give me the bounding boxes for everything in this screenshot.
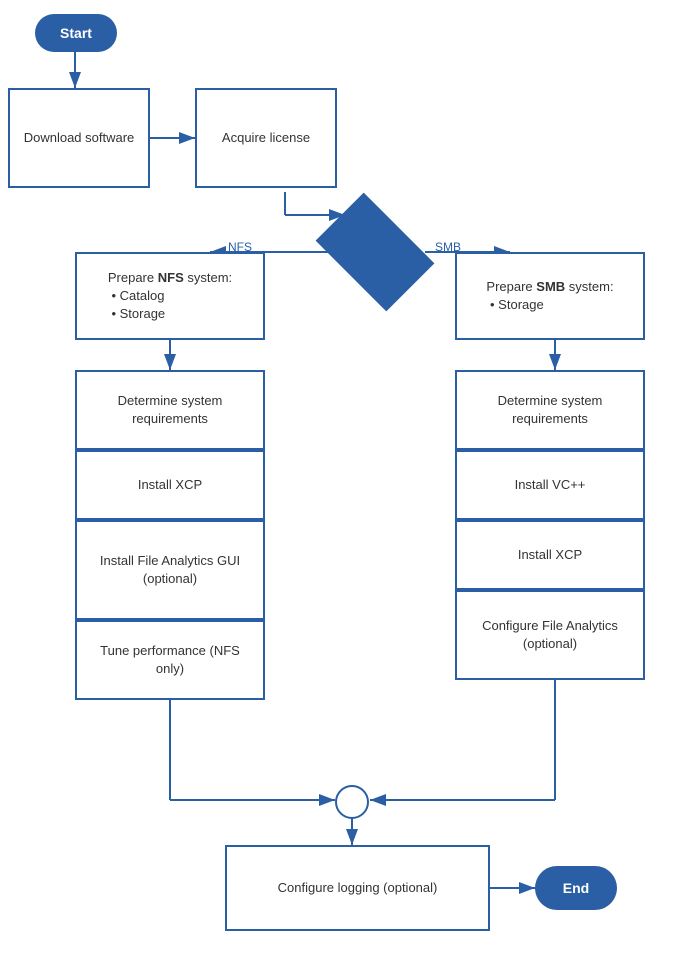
prepare-nfs-box: Prepare NFS system: • Catalog • Storage <box>75 252 265 340</box>
config-log-box: Configure logging (optional) <box>225 845 490 931</box>
install-xcp-nfs-box: Install XCP <box>75 450 265 520</box>
install-fa-gui-box: Install File Analytics GUI (optional) <box>75 520 265 620</box>
install-xcp-smb-box: Install XCP <box>455 520 645 590</box>
start-node: Start <box>35 14 117 52</box>
end-node: End <box>535 866 617 910</box>
install-vcc-box: Install VC++ <box>455 450 645 520</box>
config-fa-box: Configure File Analytics (optional) <box>455 590 645 680</box>
det-req-nfs-box: Determine system requirements <box>75 370 265 450</box>
acquire-box: Acquire license <box>195 88 337 188</box>
prepare-smb-box: Prepare SMB system: • Storage <box>455 252 645 340</box>
tune-box: Tune performance (NFS only) <box>75 620 265 700</box>
download-box: Download software <box>8 88 150 188</box>
which-system-diamond: Which system? <box>325 218 425 286</box>
merge-circle <box>335 785 369 819</box>
flowchart: Start Download software Acquire license … <box>0 0 690 956</box>
det-req-smb-box: Determine system requirements <box>455 370 645 450</box>
